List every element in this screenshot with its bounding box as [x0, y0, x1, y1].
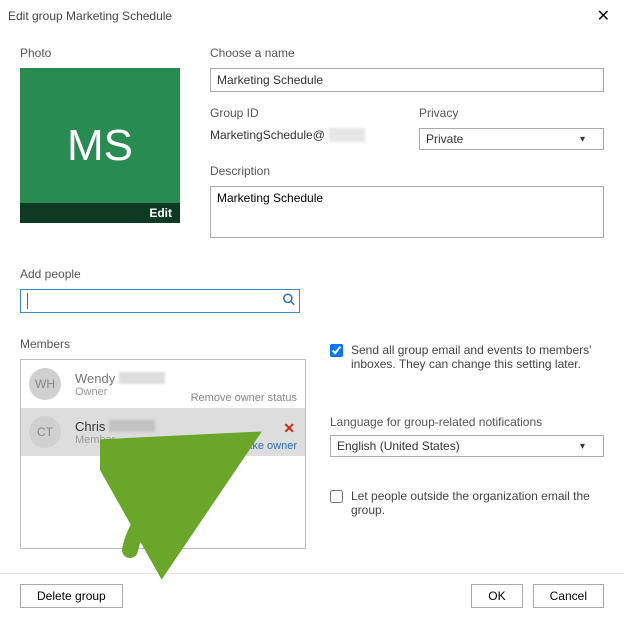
dialog-title: Edit group Marketing Schedule — [8, 9, 172, 23]
photo-label: Photo — [20, 46, 180, 60]
add-people-label: Add people — [20, 267, 604, 281]
external-email-label: Let people outside the organization emai… — [351, 489, 604, 517]
external-email-checkbox-row[interactable]: Let people outside the organization emai… — [330, 489, 604, 517]
group-photo: MS Edit — [20, 68, 180, 223]
cancel-button[interactable]: Cancel — [533, 584, 604, 608]
privacy-value: Private — [426, 132, 463, 146]
language-label: Language for group-related notifications — [330, 415, 604, 429]
description-input[interactable] — [210, 186, 604, 238]
photo-initials: MS — [67, 121, 133, 171]
privacy-select[interactable]: Private ▾ — [419, 128, 604, 150]
external-email-checkbox[interactable] — [330, 490, 343, 503]
language-select[interactable]: English (United States) ▾ — [330, 435, 604, 457]
edit-photo-button[interactable]: Edit — [20, 203, 180, 223]
description-label: Description — [210, 164, 604, 178]
member-surname-redacted — [109, 420, 155, 432]
add-people-input[interactable] — [20, 289, 300, 313]
member-name: Wendy — [75, 371, 297, 386]
close-icon[interactable]: ✕ — [593, 6, 614, 26]
remove-owner-status-link[interactable]: Remove owner status — [191, 392, 297, 404]
group-id-label: Group ID — [210, 106, 395, 120]
search-icon[interactable] — [282, 293, 296, 310]
name-label: Choose a name — [210, 46, 604, 60]
edit-group-dialog: Edit group Marketing Schedule ✕ Photo MS… — [0, 0, 624, 618]
chevron-down-icon: ▾ — [580, 134, 585, 145]
privacy-label: Privacy — [419, 106, 604, 120]
member-name: Chris — [75, 419, 297, 434]
member-surname-redacted — [119, 372, 165, 384]
remove-member-icon[interactable]: ✕ — [283, 420, 295, 437]
send-email-checkbox-row[interactable]: Send all group email and events to membe… — [330, 343, 604, 371]
send-email-checkbox[interactable] — [330, 344, 343, 357]
ok-button[interactable]: OK — [471, 584, 522, 608]
send-email-label: Send all group email and events to membe… — [351, 343, 604, 371]
chevron-down-icon: ▾ — [580, 441, 585, 452]
group-name-input[interactable] — [210, 68, 604, 92]
member-row[interactable]: WH Wendy Owner Remove owner status — [21, 360, 305, 408]
group-id-value: MarketingSchedule@ — [210, 128, 395, 142]
members-list: WH Wendy Owner Remove owner status CT — [20, 359, 306, 549]
members-label: Members — [20, 337, 306, 351]
dialog-footer: Delete group OK Cancel — [0, 573, 624, 618]
avatar: WH — [29, 368, 61, 400]
delete-group-button[interactable]: Delete group — [20, 584, 123, 608]
make-owner-link[interactable]: Make owner — [237, 440, 297, 452]
language-value: English (United States) — [337, 439, 460, 453]
text-cursor — [27, 293, 28, 309]
titlebar: Edit group Marketing Schedule ✕ — [0, 0, 624, 32]
group-id-text: MarketingSchedule@ — [210, 128, 325, 142]
avatar: CT — [29, 416, 61, 448]
member-row[interactable]: CT Chris Member ✕ Make owner — [21, 408, 305, 456]
group-id-domain-redacted — [329, 128, 365, 142]
